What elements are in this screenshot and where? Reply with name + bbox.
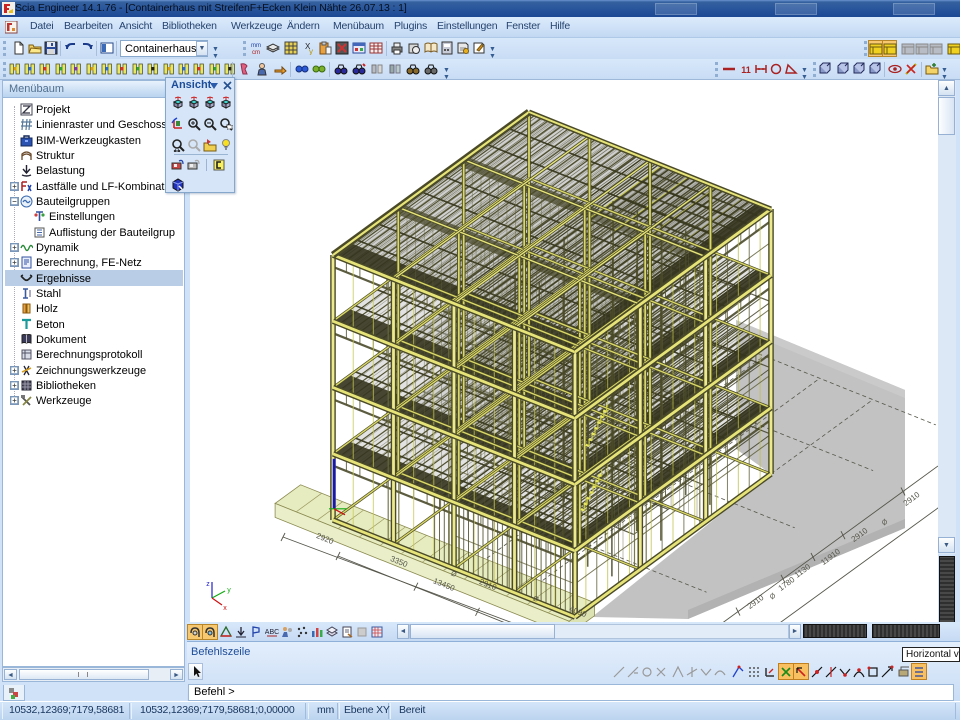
svg-text:Ø: Ø [769, 592, 778, 601]
svg-text:cm: cm [252, 50, 260, 55]
svg-text:ABC: ABC [265, 629, 279, 636]
svg-text:x: x [223, 605, 227, 612]
svg-text:2910: 2910 [746, 593, 766, 611]
svg-text:y: y [309, 47, 313, 55]
svg-text:z: z [206, 581, 210, 588]
svg-text:11: 11 [741, 65, 751, 75]
svg-text:y: y [227, 587, 231, 594]
svg-text:mm: mm [251, 43, 261, 49]
